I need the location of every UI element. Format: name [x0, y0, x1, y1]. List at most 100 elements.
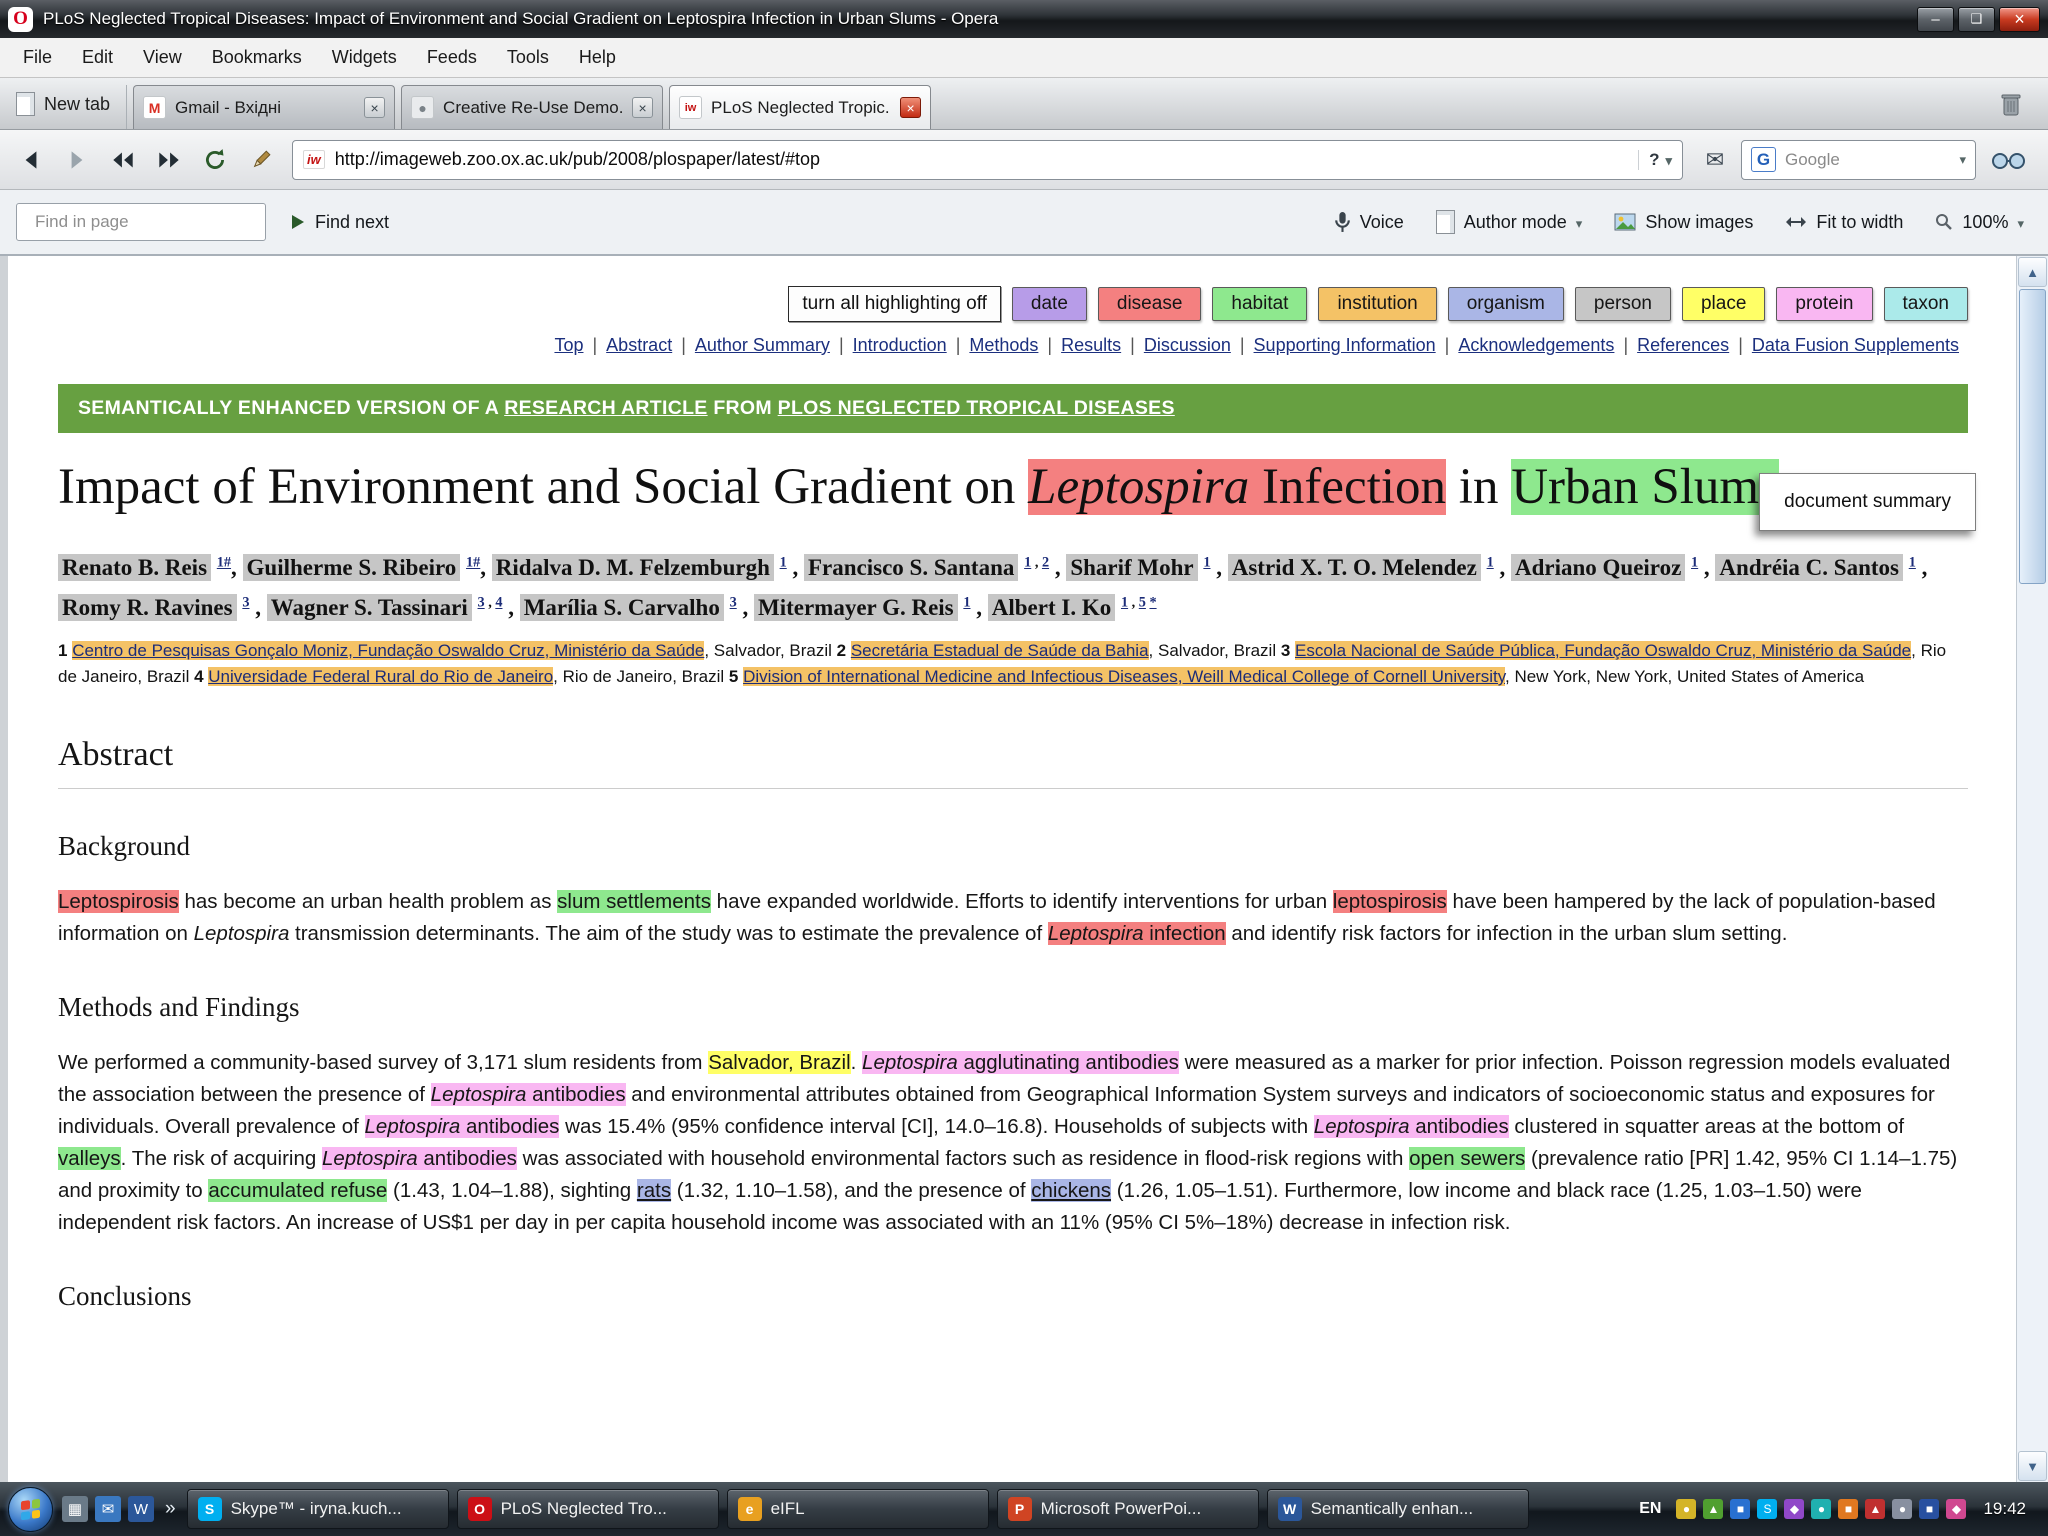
microphone-icon [1334, 211, 1351, 233]
forward-button[interactable] [56, 139, 98, 181]
tray-icon[interactable]: ■ [1730, 1499, 1750, 1519]
menu-bookmarks[interactable]: Bookmarks [197, 41, 317, 74]
quick-launch-grid-icon[interactable]: ▦ [62, 1496, 88, 1522]
start-button[interactable] [8, 1487, 53, 1532]
badge-protein[interactable]: protein [1776, 287, 1872, 321]
opera-window: O PLoS Neglected Tropical Diseases: Impa… [0, 0, 2048, 1536]
badge-person[interactable]: person [1575, 287, 1671, 321]
show-images-button[interactable]: Show images [1606, 212, 1761, 233]
task-eifl[interactable]: eeIFL [727, 1489, 989, 1529]
tab-plos-neglected-tropic[interactable]: iwPLoS Neglected Tropic... [669, 85, 931, 129]
zoom-icon [1935, 213, 1953, 231]
quick-launch-word-icon[interactable]: W [128, 1496, 154, 1522]
nav-results[interactable]: Results [1052, 335, 1130, 356]
highlight-toggle-button[interactable]: turn all highlighting off [788, 286, 1001, 322]
menu-help[interactable]: Help [564, 41, 631, 74]
task-word[interactable]: WSemantically enhan... [1267, 1489, 1529, 1529]
help-button[interactable]: ? [1638, 150, 1672, 170]
close-button[interactable] [1999, 7, 2040, 32]
tab-close-button[interactable] [900, 97, 921, 118]
badge-taxon[interactable]: taxon [1884, 287, 1968, 321]
voice-button[interactable]: Voice [1326, 211, 1412, 233]
tray-icon[interactable]: S [1757, 1499, 1777, 1519]
nav-methods[interactable]: Methods [960, 335, 1047, 356]
menu-view[interactable]: View [128, 41, 197, 74]
badge-place[interactable]: place [1682, 287, 1765, 321]
badge-habitat[interactable]: habitat [1212, 287, 1307, 321]
tray-icon[interactable]: ● [1676, 1499, 1696, 1519]
tab-label: Gmail - Вхідні [175, 98, 355, 118]
new-tab-button[interactable]: New tab [8, 85, 127, 129]
task-label: Microsoft PowerPoi... [1041, 1499, 1202, 1519]
find-in-page-input[interactable] [35, 212, 256, 232]
zoom-control[interactable]: 100% [1927, 212, 2032, 233]
nav-top[interactable]: Top [545, 335, 592, 356]
scroll-up-arrow[interactable]: ▲ [2018, 257, 2047, 287]
nav-supporting-information[interactable]: Supporting Information [1245, 335, 1445, 356]
tray-icon[interactable]: ■ [1838, 1499, 1858, 1519]
address-field[interactable]: iw ? [292, 140, 1683, 180]
background-heading: Background [58, 831, 1968, 862]
tray-icon[interactable]: ● [1811, 1499, 1831, 1519]
edit-button[interactable] [240, 139, 282, 181]
nav-introduction[interactable]: Introduction [844, 335, 956, 356]
zoom-dropdown-icon[interactable] [2017, 212, 2024, 233]
rewind-button[interactable] [102, 139, 144, 181]
tab-close-button[interactable] [364, 97, 385, 118]
tray-icon[interactable]: ▲ [1865, 1499, 1885, 1519]
closed-tabs-trash-button[interactable] [1982, 85, 2040, 129]
mail-button[interactable]: ✉ [1693, 139, 1737, 181]
vertical-scrollbar[interactable]: ▲ ▼ [2016, 256, 2048, 1482]
minimize-button[interactable] [1917, 7, 1954, 32]
task-powerpoint[interactable]: PMicrosoft PowerPoi... [997, 1489, 1259, 1529]
tray-icon[interactable]: ◆ [1946, 1499, 1966, 1519]
nav-discussion[interactable]: Discussion [1135, 335, 1240, 356]
menu-file[interactable]: File [8, 41, 67, 74]
badge-institution[interactable]: institution [1318, 287, 1436, 321]
clock[interactable]: 19:42 [1973, 1499, 2036, 1519]
tray-icon[interactable]: ◆ [1784, 1499, 1804, 1519]
tab-close-button[interactable] [632, 97, 653, 118]
tray-icon[interactable]: ■ [1919, 1499, 1939, 1519]
scrollbar-thumb[interactable] [2019, 289, 2046, 584]
task-skype[interactable]: SSkype™ - iryna.kuch... [187, 1489, 449, 1529]
maximize-button[interactable] [1958, 7, 1995, 32]
document-summary-button[interactable]: document summary [1759, 473, 1976, 531]
menu-feeds[interactable]: Feeds [412, 41, 492, 74]
nav-references[interactable]: References [1628, 335, 1738, 356]
task-buttons: SSkype™ - iryna.kuch...OPLoS Neglected T… [187, 1489, 1623, 1529]
search-dropdown-icon[interactable] [1959, 151, 1966, 169]
nav-author-summary[interactable]: Author Summary [686, 335, 839, 356]
tray-icon[interactable]: ● [1892, 1499, 1912, 1519]
tab-creative-re-use-demo[interactable]: ●Creative Re-Use Demo... [401, 85, 663, 129]
find-field[interactable] [16, 203, 266, 241]
scroll-down-arrow[interactable]: ▼ [2018, 1451, 2047, 1481]
quick-launch-mail-icon[interactable]: ✉ [95, 1496, 121, 1522]
tray-icons: ● ▲ ■ S ◆ ● ■ ▲ ● ■ ◆ [1676, 1499, 1966, 1519]
back-button[interactable] [10, 139, 52, 181]
url-input[interactable] [335, 149, 1628, 170]
fast-forward-button[interactable] [148, 139, 190, 181]
reload-button[interactable] [194, 139, 236, 181]
view-button[interactable] [1980, 139, 2038, 181]
badge-disease[interactable]: disease [1098, 287, 1202, 321]
author-mode-button[interactable]: Author mode [1428, 210, 1591, 234]
fit-to-width-button[interactable]: Fit to width [1777, 212, 1911, 233]
quick-launch-overflow[interactable]: » [163, 1498, 178, 1520]
nav-abstract[interactable]: Abstract [597, 335, 681, 356]
tray-icon[interactable]: ▲ [1703, 1499, 1723, 1519]
task-label: PLoS Neglected Tro... [501, 1499, 667, 1519]
search-field[interactable]: G Google [1741, 140, 1976, 180]
menu-widgets[interactable]: Widgets [317, 41, 412, 74]
menu-tools[interactable]: Tools [492, 41, 564, 74]
badge-date[interactable]: date [1012, 287, 1087, 321]
nav-acknowledgements[interactable]: Acknowledgements [1449, 335, 1623, 356]
menu-edit[interactable]: Edit [67, 41, 128, 74]
language-indicator[interactable]: EN [1631, 1500, 1669, 1518]
document-icon [1436, 210, 1455, 234]
nav-data-fusion-supplements[interactable]: Data Fusion Supplements [1743, 335, 1968, 356]
badge-organism[interactable]: organism [1448, 287, 1564, 321]
task-opera[interactable]: OPLoS Neglected Tro... [457, 1489, 719, 1529]
tab-gmail-вхідні[interactable]: MGmail - Вхідні [133, 85, 395, 129]
find-next-button[interactable]: Find next [282, 212, 397, 233]
